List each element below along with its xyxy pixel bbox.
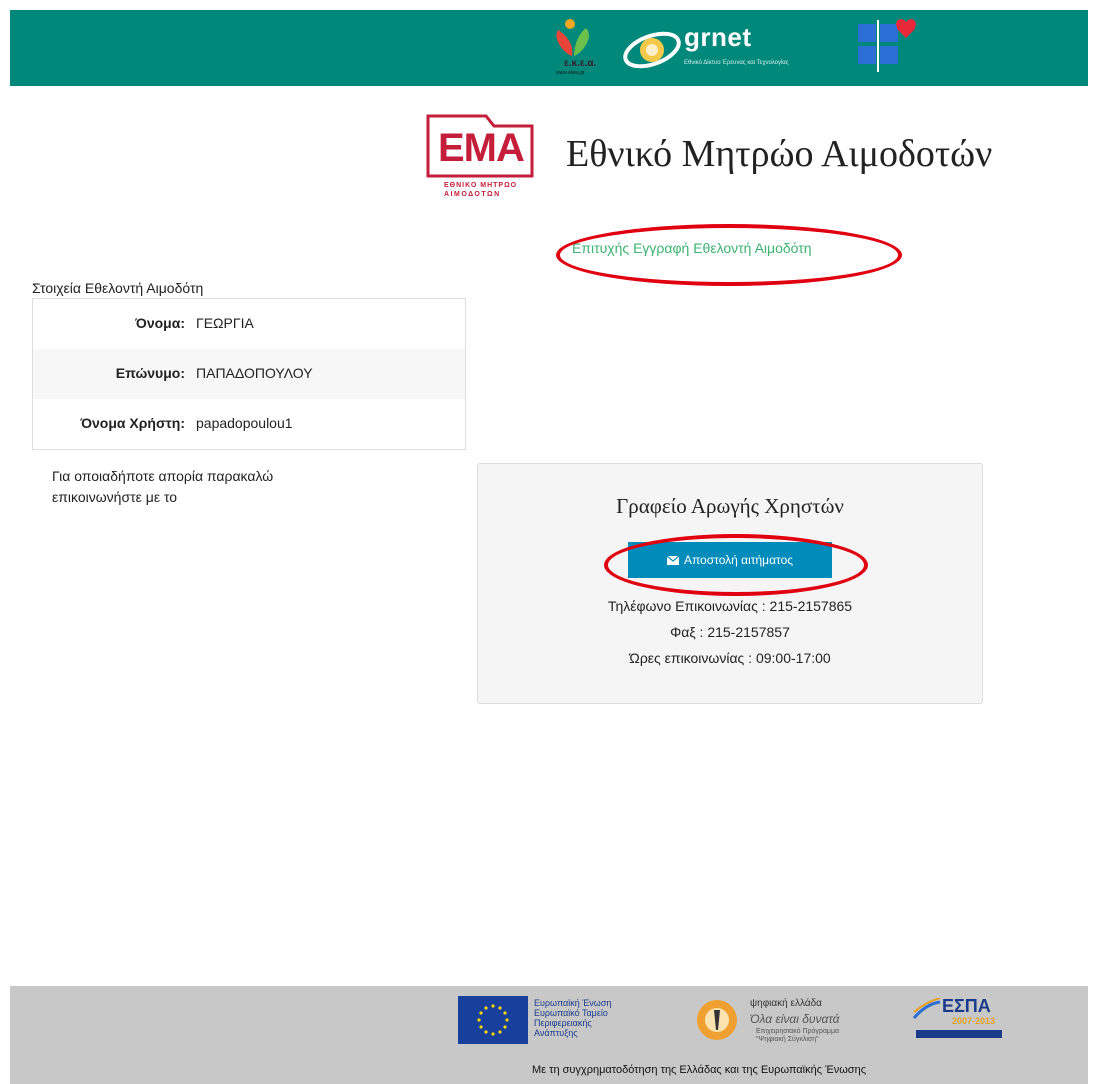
site-footer: Ευρωπαϊκή Ένωση Ευρωπαϊκό Ταμείο Περιφερ… (10, 986, 1088, 1084)
espa-logo: ΕΣΠΑ 2007-2013 (912, 996, 1006, 1044)
ema-logo: ΕΜΑ ΕΘΝΙΚΟ ΜΗΤΡΩΟ ΑΙΜΟΔΟΤΩΝ (424, 112, 536, 204)
espa-swoosh-icon (912, 998, 941, 1019)
digital-greece-icon (697, 1000, 737, 1040)
details-label: Όνομα: (135, 315, 185, 331)
grnet-logo: grnet Εθνικό Δίκτυο Έρευνας και Τεχνολογ… (620, 16, 840, 80)
ministry-of-health-logo (852, 16, 922, 80)
espa-title: ΕΣΠΑ (942, 996, 991, 1016)
eu-stars-icon (477, 1004, 509, 1036)
ema-line2: ΑΙΜΟΔΟΤΩΝ (444, 191, 501, 198)
ema-line1: ΕΘΝΙΚΟ ΜΗΤΡΩΟ (444, 182, 518, 189)
digital-greece-slogan: Όλα είναι δυνατά (750, 1012, 840, 1026)
ekea-subtext: www.ekea.gr (556, 70, 585, 76)
details-label: Όνομα Χρήστη: (80, 415, 185, 431)
annotation-oval-success (556, 224, 902, 286)
help-hours: Ώρες επικοινωνίας : 09:00-17:00 (629, 650, 831, 666)
details-value: ΓΕΩΡΓΙΑ (196, 315, 254, 331)
grnet-swirl-icon (623, 31, 681, 69)
help-desk-title: Γραφείο Αρωγής Χρηστών (616, 494, 844, 518)
espa-years: 2007-2013 (952, 1016, 996, 1026)
eu-flag-icon (458, 996, 528, 1044)
digital-greece-name: ψηφιακή ελλάδα (750, 998, 822, 1009)
digital-greece-logo: ψηφιακή ελλάδα Όλα είναι δυνατά Επιχειρη… (692, 996, 892, 1044)
details-table: Όνομα: ΓΕΩΡΓΙΑ Επώνυμο: ΠΑΠΑΔΟΠΟΥΛΟΥ Όνο… (32, 298, 466, 450)
grnet-tagline: Εθνικό Δίκτυο Έρευνας και Τεχνολογίας (684, 60, 789, 66)
page-title: Εθνικό Μητρώο Αιμοδοτών (566, 133, 993, 175)
eu-text: Ευρωπαϊκή Ένωση Ευρωπαϊκό Ταμείο Περιφερ… (534, 998, 611, 1038)
program-line: "Ψηφιακή Σύγκλιση" (756, 1036, 819, 1043)
eu-line: Ευρωπαϊκή Ένωση (534, 998, 612, 1008)
health-cross-icon (858, 19, 916, 72)
details-row-username: Όνομα Χρήστη: papadopoulou1 (33, 399, 465, 449)
ema-letters: ΕΜΑ (438, 126, 525, 170)
footer-caption: Με τη συγχρηματοδότηση της Ελλάδας και τ… (531, 1064, 867, 1076)
details-row-last-name: Επώνυμο: ΠΑΠΑΔΟΠΟΥΛΟΥ (33, 349, 465, 399)
grnet-name: grnet (684, 22, 752, 52)
contact-note: Για οποιαδήποτε απορία παρακαλώ επικοινω… (52, 468, 274, 505)
eu-line: Ανάπτυξης (534, 1028, 578, 1038)
site-header: ε.κ.ε.α. www.ekea.gr grnet Εθνικό Δίκτυο… (10, 10, 1088, 86)
help-phone: Τηλέφωνο Επικοινωνίας : 215-2157865 (607, 598, 853, 614)
program-line: Επιχειρησιακό Πρόγραμμα (756, 1028, 840, 1035)
eu-line: Περιφερειακής (534, 1018, 592, 1028)
annotation-oval-button (604, 534, 868, 596)
espa-bar (916, 1030, 1002, 1038)
details-value: ΠΑΠΑΔΟΠΟΥΛΟΥ (196, 365, 313, 381)
digital-greece-program: Επιχειρησιακό Πρόγραμμα "Ψηφιακή Σύγκλισ… (756, 1028, 839, 1044)
eu-logo: Ευρωπαϊκή Ένωση Ευρωπαϊκό Ταμείο Περιφερ… (458, 996, 668, 1044)
eu-line: Ευρωπαϊκό Ταμείο (534, 1008, 608, 1018)
ekea-label: ε.κ.ε.α. (564, 58, 597, 69)
details-label: Επώνυμο: (115, 365, 185, 381)
details-title: Στοιχεία Εθελοντή Αιμοδότη (32, 280, 204, 296)
details-row-first-name: Όνομα: ΓΕΩΡΓΙΑ (33, 299, 465, 349)
ekea-heart-icon (556, 19, 589, 56)
help-fax: Φαξ : 215-2157857 (670, 624, 790, 640)
details-value: papadopoulou1 (196, 415, 293, 431)
ekea-logo: ε.κ.ε.α. www.ekea.gr (550, 16, 606, 80)
